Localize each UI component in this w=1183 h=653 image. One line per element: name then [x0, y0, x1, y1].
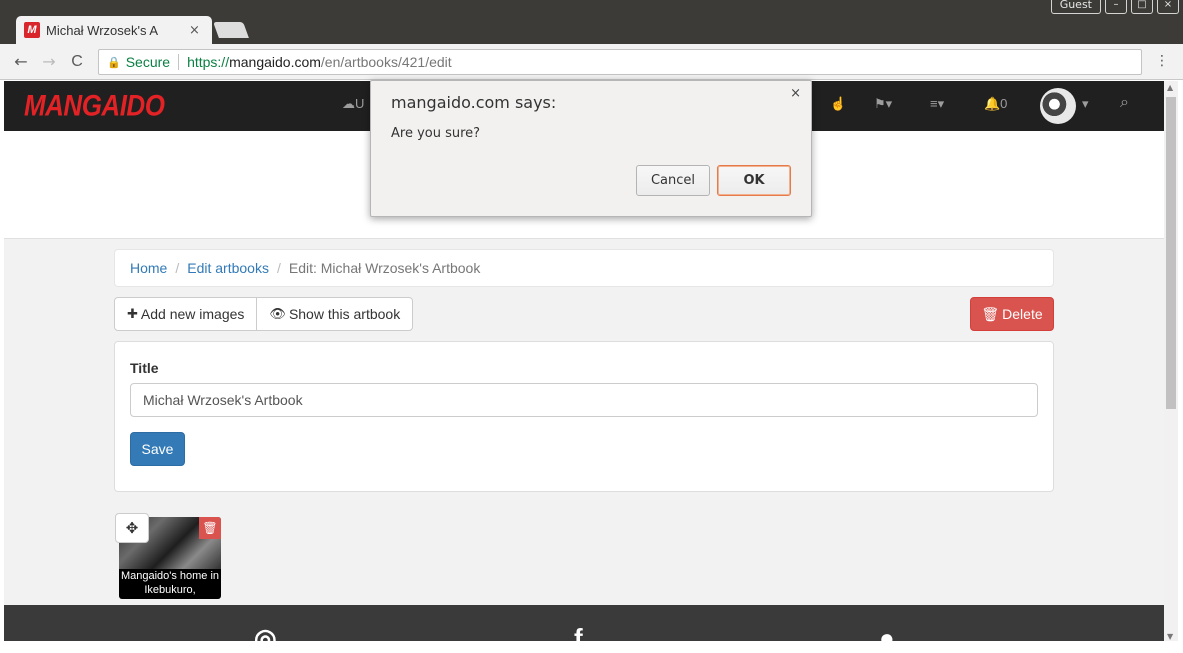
trash-icon: 🗑	[981, 305, 1000, 322]
breadcrumb: Home / Edit artbooks / Edit: Michał Wrzo…	[114, 249, 1054, 287]
dialog-close-icon[interactable]: ×	[790, 86, 801, 101]
artbook-edit-form: Title Michał Wrzosek's Artbook Save	[114, 341, 1054, 492]
dialog-message: Are you sure?	[391, 126, 481, 141]
avatar[interactable]	[1040, 88, 1076, 124]
address-bar[interactable]: 🔒 Secure https:// mangaido.com /en/artbo…	[98, 49, 1142, 75]
close-window-button[interactable]: ×	[1157, 0, 1179, 14]
url-path: /en/artbooks/421/edit	[320, 54, 452, 70]
dialog-cancel-button[interactable]: Cancel	[636, 165, 710, 196]
maximize-button[interactable]: □	[1131, 0, 1153, 14]
show-artbook-button[interactable]: 👁 Show this artbook	[256, 297, 414, 331]
mangaido-favicon-icon: M	[24, 22, 40, 38]
plus-icon: ✚	[127, 306, 138, 321]
site-footer: ◎ f ●	[4, 605, 1164, 641]
window-bottom-edge	[0, 641, 1183, 653]
dialog-ok-button[interactable]: OK	[717, 165, 791, 196]
save-button[interactable]: Save	[130, 432, 185, 466]
menu-icon[interactable]: ≡▾	[930, 96, 944, 112]
title-label: Title	[130, 360, 159, 376]
add-images-button[interactable]: ✚ Add new images	[114, 297, 258, 331]
delete-image-icon[interactable]: 🗑	[199, 517, 221, 539]
url-host: mangaido.com	[229, 54, 321, 70]
mangaido-logo[interactable]: MANGAIDO	[24, 88, 165, 124]
tab-close-icon[interactable]: ×	[189, 23, 200, 38]
confirm-dialog: mangaido.com says: × Are you sure? Cance…	[370, 80, 812, 217]
breadcrumb-current: Edit: Michał Wrzosek's Artbook	[288, 260, 481, 276]
flag-icon[interactable]: ⚑▾	[874, 96, 892, 112]
secure-label: Secure	[125, 54, 171, 70]
add-images-label: Add new images	[140, 306, 245, 322]
scroll-down-arrow-icon[interactable]: ▼	[1167, 632, 1173, 641]
artbook-actions: ✚ Add new images 👁 Show this artbook	[114, 297, 414, 331]
window-controls: Guest – □ ×	[1050, 0, 1179, 14]
browser-titlebar: Guest – □ × M Michał Wrzosek's A ×	[0, 0, 1183, 44]
avatar-caret-icon[interactable]: ▾	[1082, 96, 1089, 112]
move-handle-icon[interactable]: ✥	[115, 513, 149, 543]
breadcrumb-edit-artbooks-link[interactable]: Edit artbooks	[187, 260, 269, 276]
breadcrumb-separator: /	[276, 260, 281, 276]
show-artbook-label: Show this artbook	[288, 306, 401, 322]
scroll-up-arrow-icon[interactable]: ▲	[1167, 83, 1173, 92]
bell-icon[interactable]: 🔔0	[984, 96, 1007, 112]
minimize-button[interactable]: –	[1105, 0, 1127, 14]
browser-toolbar: ← → C 🔒 Secure https:// mangaido.com /en…	[0, 44, 1183, 80]
omnibox-separator	[178, 54, 180, 70]
lock-icon: 🔒	[107, 56, 121, 69]
instagram-icon[interactable]: ◎	[254, 623, 277, 641]
guest-profile-button[interactable]: Guest	[1050, 0, 1101, 14]
scrollbar-thumb[interactable]	[1166, 97, 1176, 409]
dialog-title: mangaido.com says:	[391, 93, 557, 112]
search-icon[interactable]: ⌕	[1120, 94, 1129, 112]
url-scheme: https://	[187, 54, 230, 70]
title-input[interactable]: Michał Wrzosek's Artbook	[130, 383, 1038, 417]
delete-artbook-button[interactable]: 🗑 Delete	[970, 297, 1054, 331]
browser-tab[interactable]: M Michał Wrzosek's A ×	[16, 16, 212, 44]
location-pin-icon[interactable]: ●	[879, 623, 895, 641]
breadcrumb-home-link[interactable]: Home	[130, 260, 167, 276]
eye-icon: 👁	[269, 306, 286, 321]
upload-icon[interactable]: ☁U	[342, 96, 364, 112]
hand-icon[interactable]: ☝	[830, 96, 846, 112]
new-tab-button[interactable]	[213, 22, 249, 38]
tab-title: Michał Wrzosek's A	[46, 22, 159, 38]
browser-menu-icon[interactable]: ⋮	[1155, 53, 1169, 69]
reload-button[interactable]: C	[66, 53, 88, 71]
forward-button[interactable]: →	[38, 52, 60, 71]
image-caption: Mangaido's home in Ikebukuro,	[120, 570, 220, 596]
delete-label: Delete	[1002, 306, 1043, 322]
facebook-icon[interactable]: f	[574, 623, 583, 641]
breadcrumb-separator: /	[175, 260, 180, 276]
page-scrollbar[interactable]: ▲ ▼	[1164, 81, 1178, 641]
back-button[interactable]: ←	[10, 52, 32, 71]
